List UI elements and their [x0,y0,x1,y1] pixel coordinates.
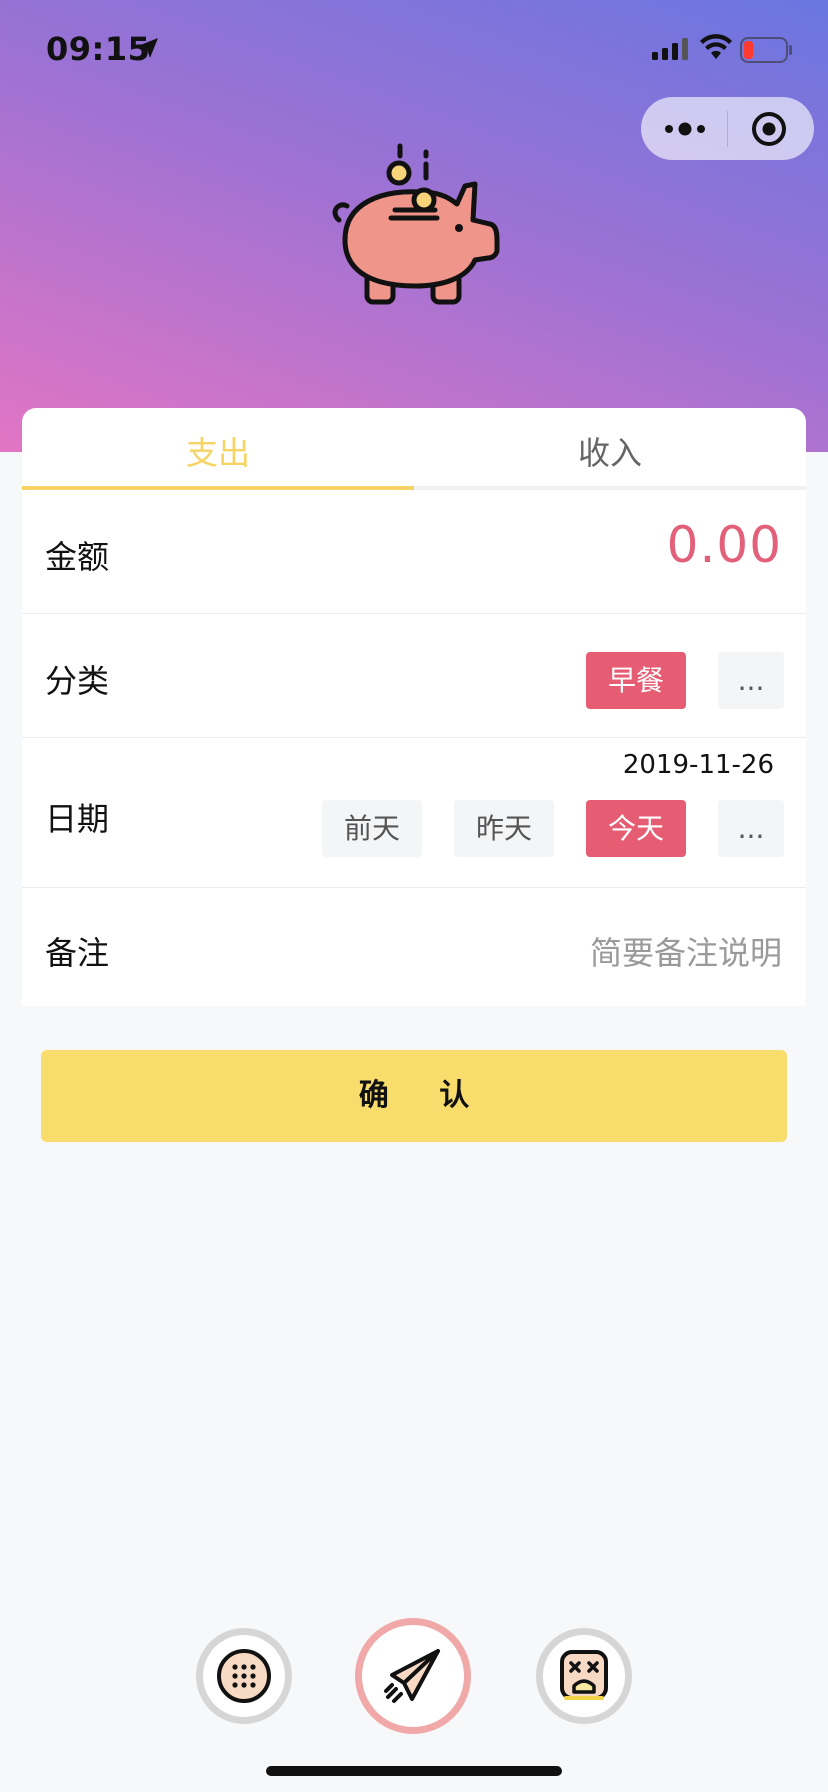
date-more-button[interactable]: ... [718,800,784,857]
tab-expense[interactable]: 支出 [22,428,414,474]
date-chip-day-before-yesterday[interactable]: 前天 [322,800,422,857]
cellular-signal-icon [652,38,688,60]
date-value[interactable]: 2019-11-26 [623,750,774,780]
bottom-nav [0,1610,828,1750]
capsule-divider [727,111,728,147]
status-time: 09:15 [46,30,151,68]
category-row: 分类 早餐 ... [22,614,806,738]
confirm-button[interactable]: 确 认 [41,1050,787,1142]
date-label: 日期 [45,800,110,838]
category-label: 分类 [45,662,110,700]
status-bar: 09:15 [0,0,828,100]
location-arrow-icon [138,38,158,58]
nav-add-button[interactable] [355,1618,471,1734]
note-input[interactable]: 简要备注说明 [590,928,782,974]
date-chip-today[interactable]: 今天 [586,800,686,857]
mini-program-capsule [641,97,814,160]
home-indicator [266,1766,562,1776]
date-chip-yesterday[interactable]: 昨天 [454,800,554,857]
paper-plane-icon [384,1649,440,1703]
nav-stats-button[interactable] [536,1628,632,1724]
amount-row[interactable]: 金额 0.00 [22,490,806,614]
more-dots-icon[interactable] [663,117,707,141]
tab-income[interactable]: 收入 [414,428,806,474]
nav-list-button[interactable] [196,1628,292,1724]
note-label: 备注 [45,934,110,972]
battery-low-icon [740,37,792,63]
note-row[interactable]: 备注 简要备注说明 [22,888,806,1006]
sad-face-icon [560,1650,608,1700]
amount-input[interactable]: 0.00 [667,516,782,574]
category-chip-breakfast[interactable]: 早餐 [586,652,686,709]
date-row: 日期 2019-11-26 前天 昨天 今天 ... [22,738,806,888]
amount-label: 金额 [45,538,110,576]
entry-card: 支出 收入 金额 0.00 分类 早餐 ... 日期 2019-11-26 前天… [22,408,806,1006]
close-target-icon[interactable] [751,111,787,147]
category-more-button[interactable]: ... [718,652,784,709]
wifi-icon [700,34,732,59]
piggy-bank-icon [332,143,500,305]
grid-dots-icon [217,1649,271,1703]
type-tabs: 支出 收入 [22,408,806,490]
